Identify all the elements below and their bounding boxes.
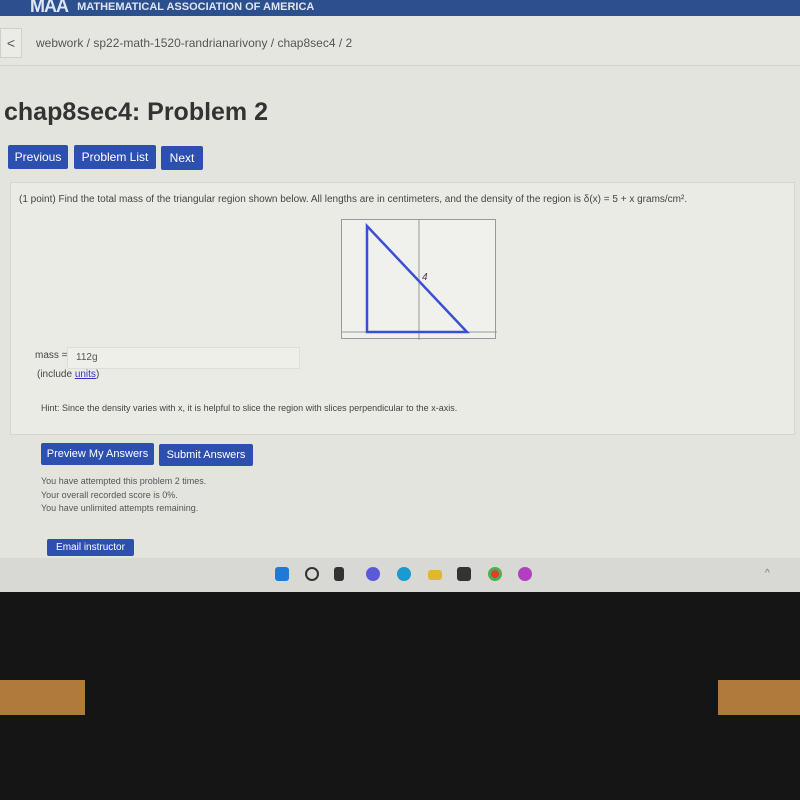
- store-icon[interactable]: [457, 567, 471, 581]
- include-units-note: (include units): [37, 369, 99, 380]
- org-name: MATHEMATICAL ASSOCIATION OF AMERICA: [77, 1, 315, 13]
- chat-icon[interactable]: [366, 567, 380, 581]
- chevron-up-icon[interactable]: ^: [765, 568, 770, 579]
- site-header: MAA MATHEMATICAL ASSOCIATION OF AMERICA: [0, 0, 800, 16]
- triangle-region: [365, 222, 470, 334]
- back-button[interactable]: <: [0, 28, 22, 58]
- status-line: Your overall recorded score is 0%.: [41, 489, 178, 500]
- attempt-status: You have attempted this problem 2 times.…: [41, 475, 206, 516]
- status-line: You have attempted this problem 2 times.: [41, 476, 207, 486]
- taskbar: ^: [0, 558, 800, 592]
- next-button[interactable]: Next: [161, 146, 203, 170]
- chrome-icon[interactable]: [488, 567, 502, 581]
- problem-box: (1 point) Find the total mass of the tri…: [10, 182, 795, 435]
- status-line: You have unlimited attempts remaining.: [41, 503, 199, 513]
- include-text: (include: [37, 369, 75, 380]
- triangle-graph: [342, 220, 497, 340]
- preview-answers-button[interactable]: Preview My Answers: [41, 443, 154, 465]
- previous-button[interactable]: Previous: [8, 145, 68, 169]
- page-title: chap8sec4: Problem 2: [4, 98, 269, 126]
- mass-input[interactable]: 112g: [67, 347, 300, 369]
- laptop-bezel: [0, 592, 800, 800]
- figure-label: 4: [422, 272, 428, 283]
- edge-icon[interactable]: [397, 567, 411, 581]
- breadcrumb[interactable]: webwork / sp22-math-1520-randrianarivony…: [36, 36, 352, 50]
- task-view-icon[interactable]: [334, 567, 344, 581]
- app-icon[interactable]: [518, 567, 532, 581]
- units-link[interactable]: units: [75, 369, 96, 380]
- problem-list-button[interactable]: Problem List: [74, 145, 156, 169]
- triangle-figure: 4: [341, 219, 497, 340]
- include-close: ): [95, 369, 100, 380]
- problem-text: (1 point) Find the total mass of the tri…: [19, 194, 688, 205]
- screen: MAA MATHEMATICAL ASSOCIATION OF AMERICA …: [0, 0, 800, 592]
- breadcrumb-bar: < webwork / sp22-math-1520-randrianarivo…: [0, 16, 800, 66]
- mass-label: mass =: [35, 350, 68, 361]
- hint-text: Hint: Since the density varies with x, i…: [41, 403, 458, 413]
- maa-logo: MAA: [30, 0, 69, 16]
- submit-answers-button[interactable]: Submit Answers: [159, 444, 253, 466]
- hinge-right: [718, 680, 800, 715]
- windows-start-icon[interactable]: [275, 567, 289, 581]
- search-icon[interactable]: [305, 567, 319, 581]
- file-explorer-icon[interactable]: [428, 570, 442, 580]
- email-instructor-button[interactable]: Email instructor: [47, 539, 134, 556]
- hinge-left: [0, 680, 85, 715]
